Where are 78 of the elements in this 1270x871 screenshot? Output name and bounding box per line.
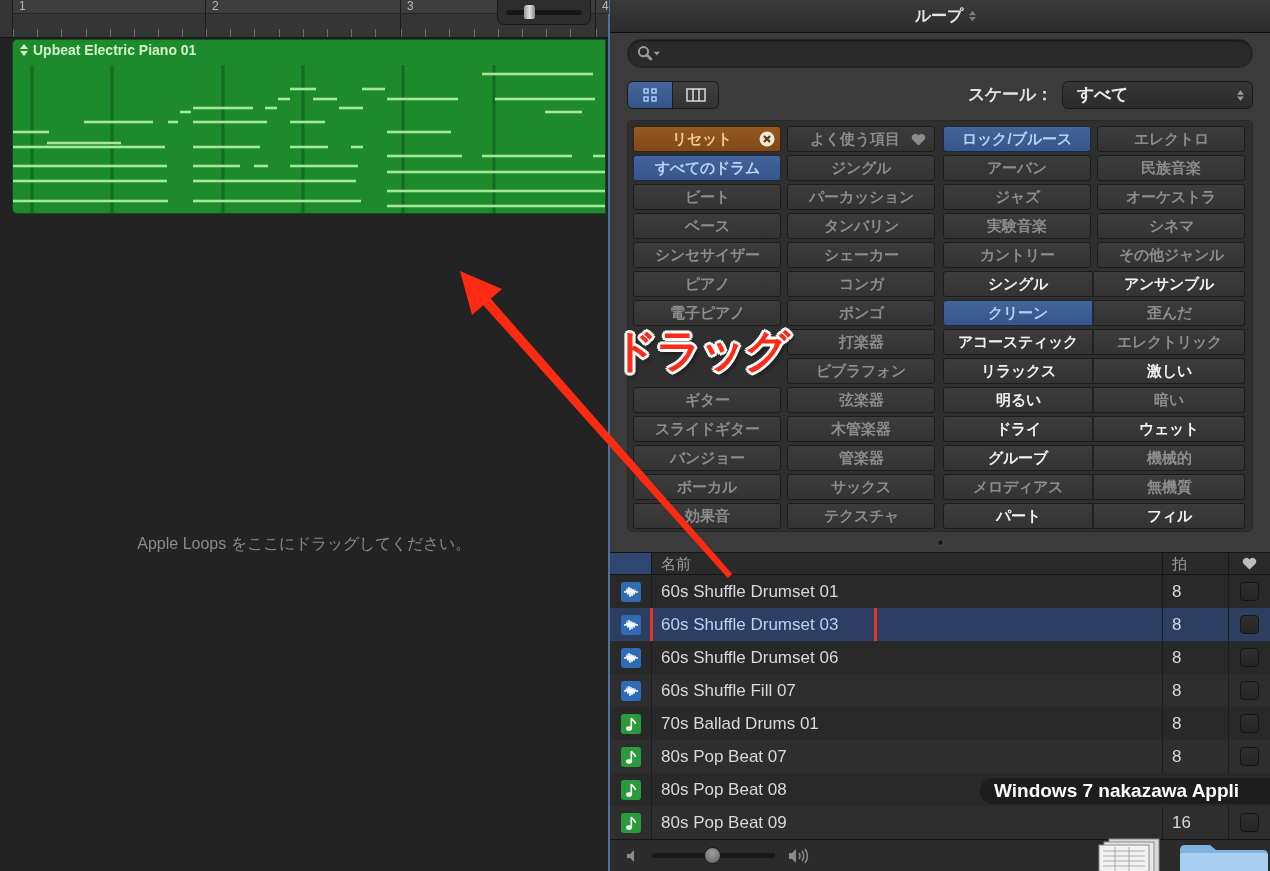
search-field[interactable] xyxy=(627,39,1253,68)
loop-name: 60s Shuffle Drumset 01 xyxy=(661,581,839,602)
loop-row[interactable]: 60s Shuffle Fill 07 8 xyxy=(610,674,1270,707)
descriptor-button[interactable]: ウェット xyxy=(1093,416,1245,442)
beat-count: 8 xyxy=(1172,581,1182,602)
favorite-checkbox[interactable] xyxy=(1240,648,1259,667)
updown-arrows-icon[interactable] xyxy=(1237,88,1244,102)
descriptor-button[interactable]: ドライ xyxy=(943,416,1093,442)
bar-number: 4 xyxy=(602,0,609,12)
favorite-checkbox[interactable] xyxy=(1240,714,1259,733)
region-title: Upbeat Electric Piano 01 xyxy=(33,42,197,58)
reset-button[interactable]: リセット xyxy=(633,126,781,152)
bar-number: 1 xyxy=(19,0,26,12)
loop-row[interactable]: 80s Pop Beat 07 8 xyxy=(610,740,1270,773)
music-note-icon xyxy=(620,779,641,800)
loop-name: 80s Pop Beat 08 xyxy=(661,779,787,800)
beat-count: 8 xyxy=(1172,713,1182,734)
loop-name: 70s Ballad Drums 01 xyxy=(661,713,819,734)
keyword-button[interactable]: ロック/ブルース xyxy=(943,126,1091,152)
loop-name: 60s Shuffle Fill 07 xyxy=(661,680,796,701)
favorite-checkbox[interactable] xyxy=(1240,615,1259,634)
updown-arrows-icon[interactable] xyxy=(968,10,976,22)
desktop-icon-label: Windows 7 nakazawa Appli xyxy=(980,778,1270,804)
music-note-icon xyxy=(620,812,641,833)
beat-count: 8 xyxy=(1172,647,1182,668)
view-toggle-button[interactable] xyxy=(673,81,719,109)
view-toggle-button[interactable] xyxy=(627,81,673,109)
loop-name: 60s Shuffle Drumset 06 xyxy=(661,647,839,668)
music-note-icon xyxy=(620,746,641,767)
descriptor-button[interactable]: 明るい xyxy=(943,387,1093,413)
slider-thumb[interactable] xyxy=(704,847,722,864)
beat-count: 8 xyxy=(1172,614,1182,635)
beat-count: 8 xyxy=(1172,680,1182,701)
beat-count: 8 xyxy=(1172,746,1182,767)
scale-label: スケール： xyxy=(968,85,1053,105)
heart-icon[interactable] xyxy=(1242,557,1257,570)
waveform-icon xyxy=(620,647,641,668)
annotation-text: ドラッグ xyxy=(612,328,788,374)
waveform-icon xyxy=(620,581,641,602)
descriptor-button[interactable]: パート xyxy=(943,503,1093,529)
descriptor-button[interactable]: リラックス xyxy=(943,358,1093,384)
search-icon[interactable] xyxy=(637,45,661,62)
favorite-checkbox[interactable] xyxy=(1240,681,1259,700)
bar-number: 3 xyxy=(407,0,414,12)
favorite-checkbox[interactable] xyxy=(1240,747,1259,766)
midi-region[interactable]: Upbeat Electric Piano 01 xyxy=(12,39,606,214)
columns-icon[interactable] xyxy=(685,88,706,102)
speaker-high-icon[interactable] xyxy=(788,847,810,864)
descriptor-button[interactable]: クリーン xyxy=(943,300,1093,326)
panel-title[interactable]: ループ xyxy=(914,6,963,26)
column-header[interactable]: 拍 xyxy=(1163,553,1229,574)
loop-row[interactable]: 80s Pop Beat 09 16 xyxy=(610,806,1270,839)
grip-dot-icon[interactable] xyxy=(936,538,944,546)
keyword-button[interactable]: すべてのドラム xyxy=(633,155,781,181)
descriptor-button[interactable]: グルーブ xyxy=(943,445,1093,471)
slider-thumb[interactable] xyxy=(523,5,535,19)
favorite-checkbox[interactable] xyxy=(1240,813,1259,832)
scale-dropdown[interactable]: すべて xyxy=(1062,81,1253,109)
descriptor-button[interactable]: フィル xyxy=(1093,503,1245,529)
folder-icon xyxy=(1178,842,1270,871)
loop-name: 60s Shuffle Drumset 03 xyxy=(661,614,839,635)
descriptor-button[interactable]: シングル xyxy=(943,271,1093,297)
descriptor-button[interactable]: アコースティック xyxy=(943,329,1093,355)
clear-icon[interactable] xyxy=(759,131,775,147)
loop-row[interactable]: 60s Shuffle Drumset 03 8 xyxy=(610,608,1270,641)
favorite-checkbox[interactable] xyxy=(1240,582,1259,601)
loop-name: 80s Pop Beat 09 xyxy=(661,812,787,833)
grid-icon[interactable] xyxy=(642,87,658,103)
music-note-icon xyxy=(620,713,641,734)
descriptor-button[interactable]: 激しい xyxy=(1093,358,1245,384)
descriptor-button[interactable]: アンサンブル xyxy=(1093,271,1245,297)
loop-name: 80s Pop Beat 07 xyxy=(661,746,787,767)
drop-hint-text: Apple Loops をここにドラッグしてください。 xyxy=(137,534,471,554)
waveform-icon xyxy=(620,680,641,701)
beat-count: 16 xyxy=(1172,812,1191,833)
bar-number: 2 xyxy=(212,0,219,12)
waveform-icon xyxy=(620,614,641,635)
updown-arrows-icon[interactable] xyxy=(20,44,28,56)
